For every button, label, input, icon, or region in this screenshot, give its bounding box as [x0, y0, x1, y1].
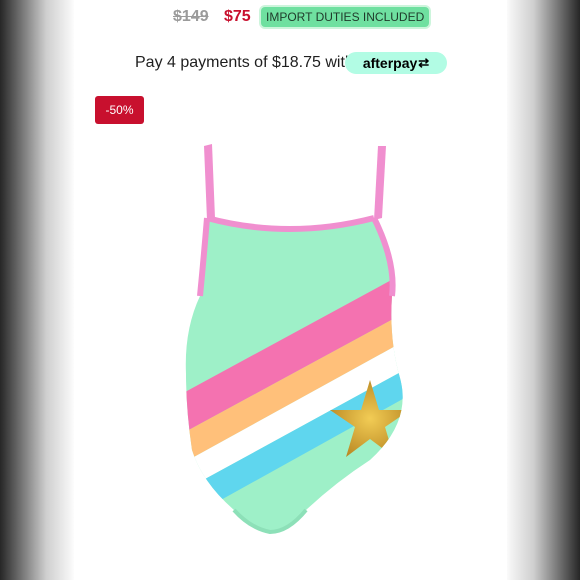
import-duties-badge: IMPORT DUTIES INCLUDED — [261, 7, 430, 27]
afterpay-arrows-icon: ⇄ — [418, 55, 430, 70]
afterpay-logo-text: afterpay — [362, 55, 418, 71]
product-card: $149 $75 IMPORT DUTIES INCLUDED Pay 4 pa… — [74, 0, 507, 580]
installment-row: Pay 4 payments of $18.75 with afterpay ⇄ — [74, 52, 507, 74]
left-strap — [204, 144, 215, 220]
product-image[interactable] — [74, 130, 507, 580]
original-price: $149 — [173, 8, 209, 25]
price-row: $149 $75 IMPORT DUTIES INCLUDED — [74, 6, 507, 28]
right-strap — [374, 146, 386, 220]
installment-text: Pay 4 payments of $18.75 with — [135, 54, 354, 71]
discount-badge: -50% — [95, 96, 144, 124]
sale-price: $75 — [224, 8, 251, 25]
afterpay-button[interactable]: afterpay ⇄ — [345, 52, 447, 74]
